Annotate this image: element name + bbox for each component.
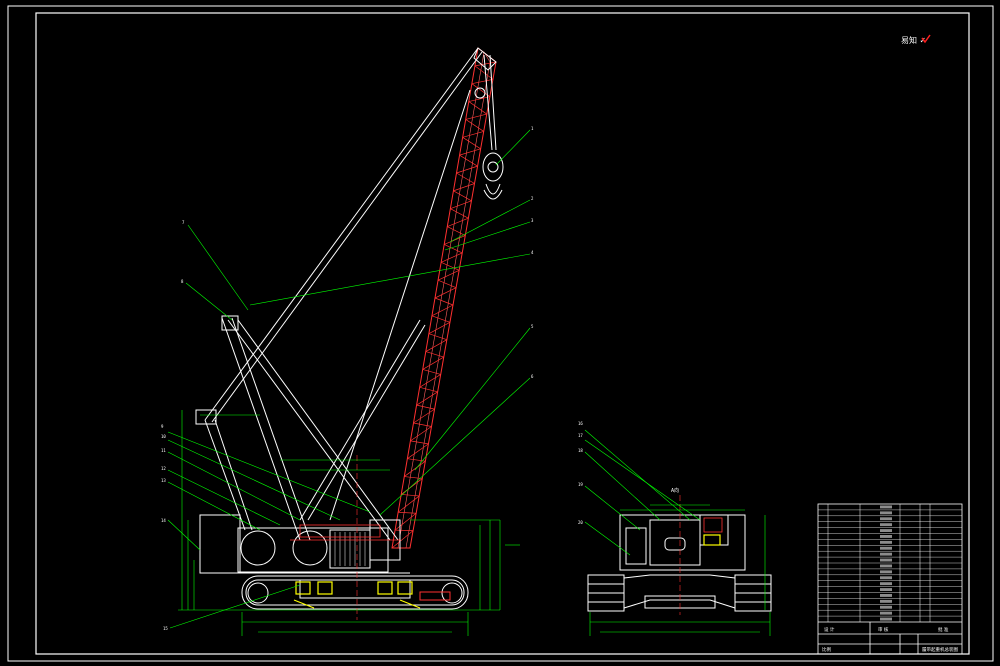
callout-label: 19 (578, 482, 583, 487)
callout-label: 5 (531, 324, 534, 329)
front-view: A向 16 17 18 19 20 (578, 421, 772, 636)
title-block-row-mark (880, 588, 892, 591)
title-block-row-mark (880, 511, 892, 515)
title-block-row-mark (880, 546, 892, 550)
title-block-row-mark (880, 558, 892, 562)
callout-label: 20 (578, 520, 583, 525)
callout-label: 16 (578, 421, 583, 426)
callout-label: 2 (531, 196, 534, 201)
side-callout-labels: 1 2 3 4 5 6 7 8 9 10 11 12 13 14 15 (161, 126, 534, 631)
title-block-text: 设 计 审 核 批 准 比例 履带起重机总装图 (822, 626, 958, 653)
front-tracks (587, 574, 772, 612)
side-leader-lines (167, 129, 531, 629)
callout-label: 10 (161, 434, 166, 439)
scale-label: 比例 (822, 646, 831, 653)
title-block-row-mark (880, 599, 892, 603)
callout-label: 12 (161, 466, 166, 471)
designer-label: 设 计 (824, 626, 835, 633)
callout-label: 18 (578, 448, 583, 453)
outer-frame (7, 5, 994, 662)
title-block-row-mark (880, 529, 892, 532)
callout-label: 15 (163, 626, 168, 631)
title-block-row-mark (880, 552, 892, 556)
title-block-row-mark (880, 570, 892, 574)
front-view-title: A向 (671, 487, 679, 494)
callout-label: 9 (161, 424, 164, 429)
front-leader-lines (584, 429, 701, 556)
callout-label: 7 (182, 220, 185, 225)
title-block-row-mark (880, 564, 892, 568)
main-boom (391, 47, 497, 549)
side-view: 1 2 3 4 5 6 7 8 9 10 11 12 13 14 15 (161, 47, 534, 636)
callout-label: 1 (531, 126, 534, 131)
title-block-row-mark (880, 605, 892, 609)
callout-label: 3 (531, 218, 534, 223)
title-block-row-mark (880, 582, 892, 586)
callout-label: 13 (161, 478, 166, 483)
checker-label: 审 核 (878, 626, 889, 633)
mast-and-pendants (195, 47, 483, 541)
front-upper-structure (619, 514, 746, 571)
hook-block (482, 152, 504, 200)
crawler-track (241, 575, 469, 610)
title-block-row-mark (880, 523, 892, 527)
callout-label: 4 (531, 250, 534, 255)
inner-frame (35, 12, 970, 655)
stamp-text: 易知 ✓ (901, 35, 926, 45)
title-block-row-mark (880, 540, 892, 544)
approve-label: 批 准 (938, 626, 949, 633)
title-block-row-mark (880, 617, 892, 621)
front-callout-labels: 16 17 18 19 20 (578, 421, 583, 525)
title-block-row-mark (880, 535, 892, 538)
drawing-name: 履带起重机总装图 (922, 646, 958, 653)
title-block-row-mark (880, 505, 892, 509)
title-block-row-mark (880, 611, 892, 615)
title-block-row-mark (880, 576, 892, 580)
title-block-row-mark (880, 594, 892, 597)
side-dimensions (178, 410, 501, 636)
callout-label: 6 (531, 374, 534, 379)
callout-label: 14 (161, 518, 166, 523)
cad-drawing: 易知 ✓ 1 2 3 4 5 6 7 8 9 10 11 12 13 14 15… (7, 5, 994, 662)
callout-label: 8 (181, 279, 184, 284)
callout-label: 17 (578, 433, 583, 438)
title-block-row-mark (880, 517, 892, 521)
stamp-icon: 易知 ✓ (901, 34, 931, 45)
callout-label: 11 (161, 448, 166, 453)
